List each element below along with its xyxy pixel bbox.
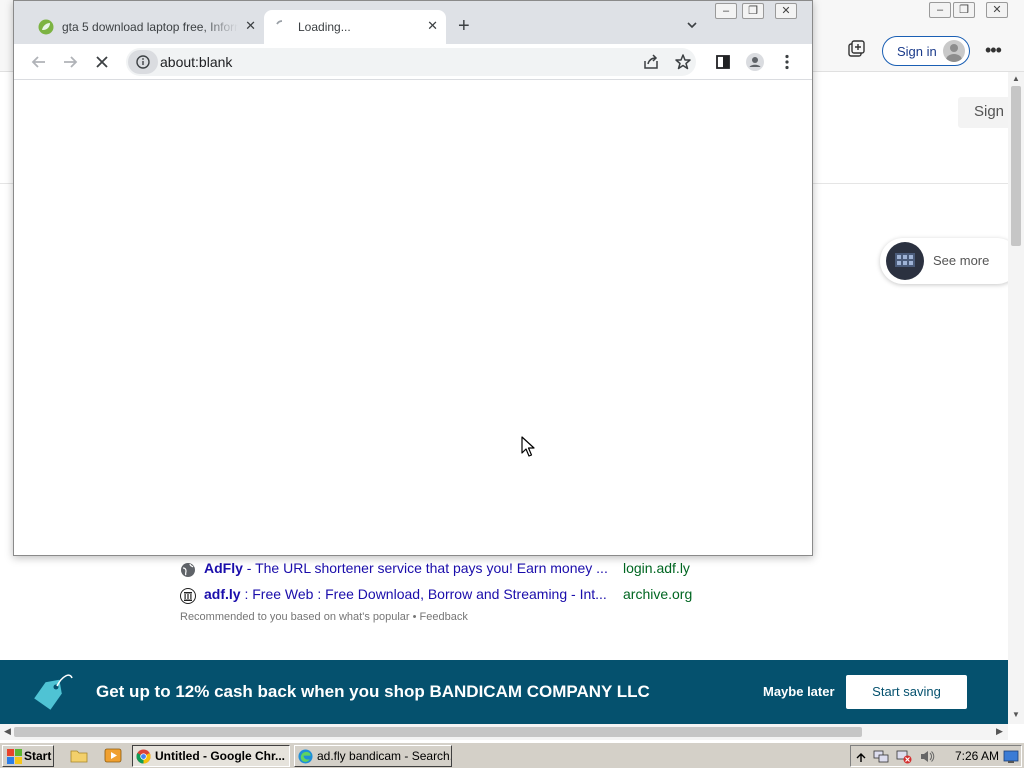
chrome-restore-button[interactable]: ❐	[742, 3, 764, 19]
network-icon[interactable]	[873, 749, 889, 764]
address-bar[interactable]: about:blank	[126, 48, 696, 76]
result-title[interactable]: AdFly - The URL shortener service that p…	[204, 560, 608, 576]
globe-icon	[181, 563, 195, 577]
close-tab-icon[interactable]: ✕	[245, 18, 256, 34]
archive-org-icon	[180, 588, 196, 604]
site-info-icon[interactable]	[128, 50, 158, 74]
see-more-thumbnail-icon	[886, 242, 924, 280]
forward-arrow-icon[interactable]	[60, 52, 80, 72]
url-text[interactable]: about:blank	[160, 54, 232, 70]
edge-minimize-button[interactable]: –	[929, 2, 951, 18]
edge-close-button[interactable]: ✕	[986, 2, 1008, 18]
scroll-up-icon[interactable]: ▲	[1012, 74, 1020, 83]
edge-restore-button[interactable]: ❐	[953, 2, 975, 18]
bookmark-star-icon[interactable]	[673, 52, 693, 72]
recommendation-note: Recommended to you based on what's popul…	[180, 611, 468, 623]
horizontal-scrollbar[interactable]: ◀ ▶	[0, 724, 1008, 740]
mouse-cursor-icon	[521, 436, 535, 457]
media-player-icon[interactable]	[104, 747, 122, 764]
chrome-tabstrip: gta 5 download laptop free, Informa ✕ Lo…	[14, 1, 812, 44]
price-tag-icon	[34, 674, 73, 710]
show-desktop-icon[interactable]	[1003, 749, 1019, 764]
blank-page-content	[14, 81, 812, 555]
chevron-up-icon[interactable]	[853, 749, 869, 764]
taskbar: Start Untitled - Google Chr... ad.fly ba…	[0, 742, 1024, 768]
tab-loading[interactable]: Loading... ✕	[264, 10, 446, 44]
collections-icon[interactable]	[846, 39, 866, 59]
chevron-down-icon[interactable]	[686, 19, 698, 31]
result-domain: archive.org	[623, 586, 693, 602]
side-panel-icon[interactable]	[713, 52, 733, 72]
taskbar-edge-window[interactable]: ad.fly bandicam - Search...	[294, 745, 452, 767]
stop-loading-icon[interactable]	[92, 52, 112, 72]
promo-text: Get up to 12% cash back when you shop BA…	[96, 682, 650, 701]
close-tab-icon[interactable]: ✕	[427, 18, 438, 34]
task-label: Untitled - Google Chr...	[155, 749, 285, 763]
tab-gta-download[interactable]: gta 5 download laptop free, Informa ✕	[28, 10, 264, 44]
result-description: : Free Web : Free Download, Borrow and S…	[240, 586, 607, 602]
vertical-scroll-thumb[interactable]	[1011, 86, 1021, 246]
result-domain: login.adf.ly	[623, 560, 690, 576]
edge-icon	[298, 749, 313, 764]
chrome-icon	[136, 749, 151, 764]
clock: 7:26 AM	[955, 749, 1000, 763]
cashback-promo-banner: Get up to 12% cash back when you shop BA…	[0, 660, 1008, 724]
back-arrow-icon[interactable]	[29, 52, 49, 72]
search-result[interactable]: adf.ly : Free Web : Free Download, Borro…	[180, 586, 700, 606]
task-label: ad.fly bandicam - Search...	[317, 749, 452, 763]
volume-icon[interactable]	[919, 749, 935, 764]
chrome-minimize-button[interactable]: –	[715, 3, 737, 19]
start-button[interactable]: Start	[2, 745, 54, 767]
maybe-later-button[interactable]: Maybe later	[763, 684, 835, 699]
result-title[interactable]: adf.ly : Free Web : Free Download, Borro…	[204, 586, 607, 602]
folder-icon[interactable]	[70, 747, 88, 764]
system-tray: 7:26 AM	[850, 745, 1022, 767]
scroll-down-icon[interactable]: ▼	[1012, 710, 1020, 719]
start-saving-button[interactable]: Start saving	[846, 675, 967, 709]
chrome-toolbar: about:blank	[14, 44, 812, 80]
leaf-favicon-icon	[38, 19, 54, 35]
see-more-label: See more	[933, 253, 990, 268]
new-tab-button[interactable]: +	[458, 15, 470, 38]
network-error-icon[interactable]	[896, 749, 912, 764]
vertical-scrollbar[interactable]: ▲ ▼	[1008, 72, 1024, 724]
share-icon[interactable]	[641, 52, 661, 72]
see-more-button[interactable]: See more	[880, 238, 1020, 284]
edge-signin-button[interactable]: Sign in	[882, 36, 970, 66]
menu-kebab-icon[interactable]	[777, 52, 797, 72]
loading-spinner-icon	[276, 20, 283, 25]
search-result[interactable]: AdFly - The URL shortener service that p…	[180, 560, 700, 580]
profile-icon[interactable]	[745, 52, 765, 72]
scroll-left-icon[interactable]: ◀	[4, 726, 11, 737]
chrome-browser-window: gta 5 download laptop free, Informa ✕ Lo…	[13, 0, 813, 556]
edge-signin-label: Sign in	[897, 44, 937, 59]
tab-title: Loading...	[298, 20, 351, 34]
tab-title: gta 5 download laptop free, Informa	[62, 20, 238, 34]
avatar-icon	[943, 40, 965, 62]
scroll-right-icon[interactable]: ▶	[996, 726, 1003, 737]
start-label: Start	[24, 749, 52, 763]
taskbar-chrome-window[interactable]: Untitled - Google Chr...	[132, 745, 290, 767]
windows-logo-icon	[7, 749, 22, 764]
result-description: - The URL shortener service that pays yo…	[242, 560, 608, 576]
chrome-close-button[interactable]: ✕	[775, 3, 797, 19]
more-options-icon[interactable]: •••	[985, 40, 1002, 61]
horizontal-scroll-thumb[interactable]	[14, 727, 862, 737]
